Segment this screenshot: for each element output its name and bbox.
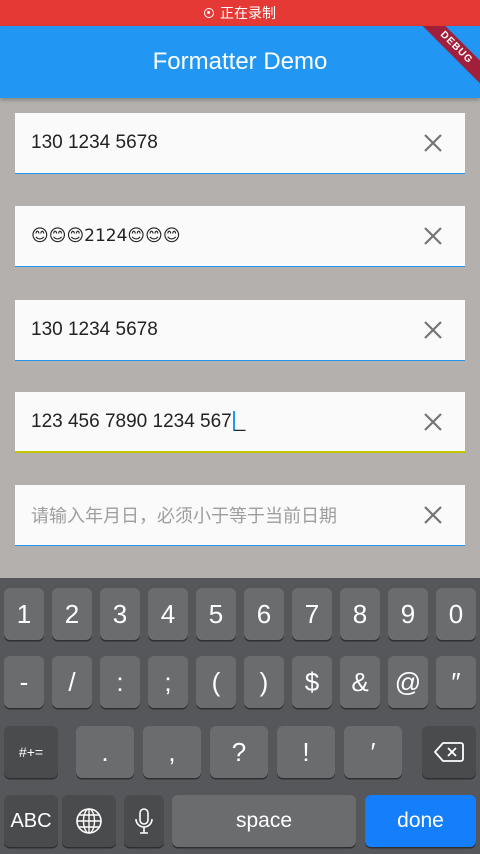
clear-icon[interactable] — [413, 495, 453, 535]
key-semicolon[interactable]: ; — [148, 656, 188, 708]
field-value[interactable]: 130 1234 5678 — [15, 319, 413, 341]
phone-field-1[interactable]: 130 1234 5678 — [15, 113, 465, 174]
space-key[interactable]: space — [172, 795, 356, 847]
status-bar: 正在录制 — [0, 0, 480, 26]
key-close-paren[interactable]: ) — [244, 656, 284, 708]
key-dollar[interactable]: $ — [292, 656, 332, 708]
key-question[interactable]: ? — [210, 726, 268, 778]
field-value-wrap[interactable]: 123 456 7890 1234 567 _ — [15, 411, 413, 433]
globe-key[interactable] — [62, 795, 116, 847]
mic-key[interactable] — [124, 795, 164, 847]
backspace-key[interactable] — [422, 726, 476, 778]
backspace-icon — [434, 742, 464, 762]
recording-label: 正在录制 — [220, 6, 276, 22]
record-icon — [204, 8, 214, 18]
date-field[interactable]: 请输入年月日，必须小于等于当前日期 — [15, 485, 465, 546]
clear-icon[interactable] — [413, 310, 453, 350]
phone-field-2[interactable]: 130 1234 5678 — [15, 300, 465, 361]
key-8[interactable]: 8 — [340, 588, 380, 640]
date-input[interactable]: 请输入年月日，必须小于等于当前日期 — [15, 502, 413, 528]
field-value[interactable]: 😊😊😊2124😊😊😊 — [15, 226, 413, 246]
abc-key[interactable]: ABC — [4, 795, 58, 847]
symbols-toggle-key[interactable]: #+= — [4, 726, 58, 778]
key-comma[interactable]: , — [143, 726, 201, 778]
emoji-field[interactable]: 😊😊😊2124😊😊😊 — [15, 206, 465, 267]
key-4[interactable]: 4 — [148, 588, 188, 640]
page-title: Formatter Demo — [152, 48, 328, 75]
key-7[interactable]: 7 — [292, 588, 332, 640]
field-placeholder: 请输入年月日，必须小于等于当前日期 — [31, 506, 337, 527]
key-colon[interactable]: : — [100, 656, 140, 708]
key-exclamation[interactable]: ! — [277, 726, 335, 778]
clear-icon[interactable] — [413, 123, 453, 163]
clear-icon[interactable] — [413, 216, 453, 256]
key-9[interactable]: 9 — [388, 588, 428, 640]
field-value[interactable]: 130 1234 5678 — [15, 132, 413, 154]
key-period[interactable]: . — [76, 726, 134, 778]
key-6[interactable]: 6 — [244, 588, 284, 640]
key-apostrophe[interactable]: ′ — [344, 726, 402, 778]
key-open-paren[interactable]: ( — [196, 656, 236, 708]
field-value: 123 456 7890 1234 567 — [31, 410, 232, 432]
globe-icon — [76, 808, 102, 834]
key-hyphen[interactable]: - — [4, 656, 44, 708]
key-5[interactable]: 5 — [196, 588, 236, 640]
debug-banner: DEBUG — [414, 26, 480, 90]
mic-icon — [135, 808, 153, 834]
key-0[interactable]: 0 — [436, 588, 476, 640]
clear-icon[interactable] — [413, 402, 453, 442]
done-key[interactable]: done — [365, 795, 476, 847]
app-bar: Formatter Demo DEBUG — [0, 26, 480, 98]
key-at[interactable]: @ — [388, 656, 428, 708]
key-1[interactable]: 1 — [4, 588, 44, 640]
card-number-field[interactable]: 123 456 7890 1234 567 _ — [15, 392, 465, 453]
key-2[interactable]: 2 — [52, 588, 92, 640]
field-suffix: _ — [234, 410, 246, 432]
keyboard: 1 2 3 4 5 6 7 8 9 0 - / : ; ( ) $ & @ ″ … — [0, 578, 480, 854]
key-quote[interactable]: ″ — [436, 656, 476, 708]
key-ampersand[interactable]: & — [340, 656, 380, 708]
key-3[interactable]: 3 — [100, 588, 140, 640]
key-slash[interactable]: / — [52, 656, 92, 708]
